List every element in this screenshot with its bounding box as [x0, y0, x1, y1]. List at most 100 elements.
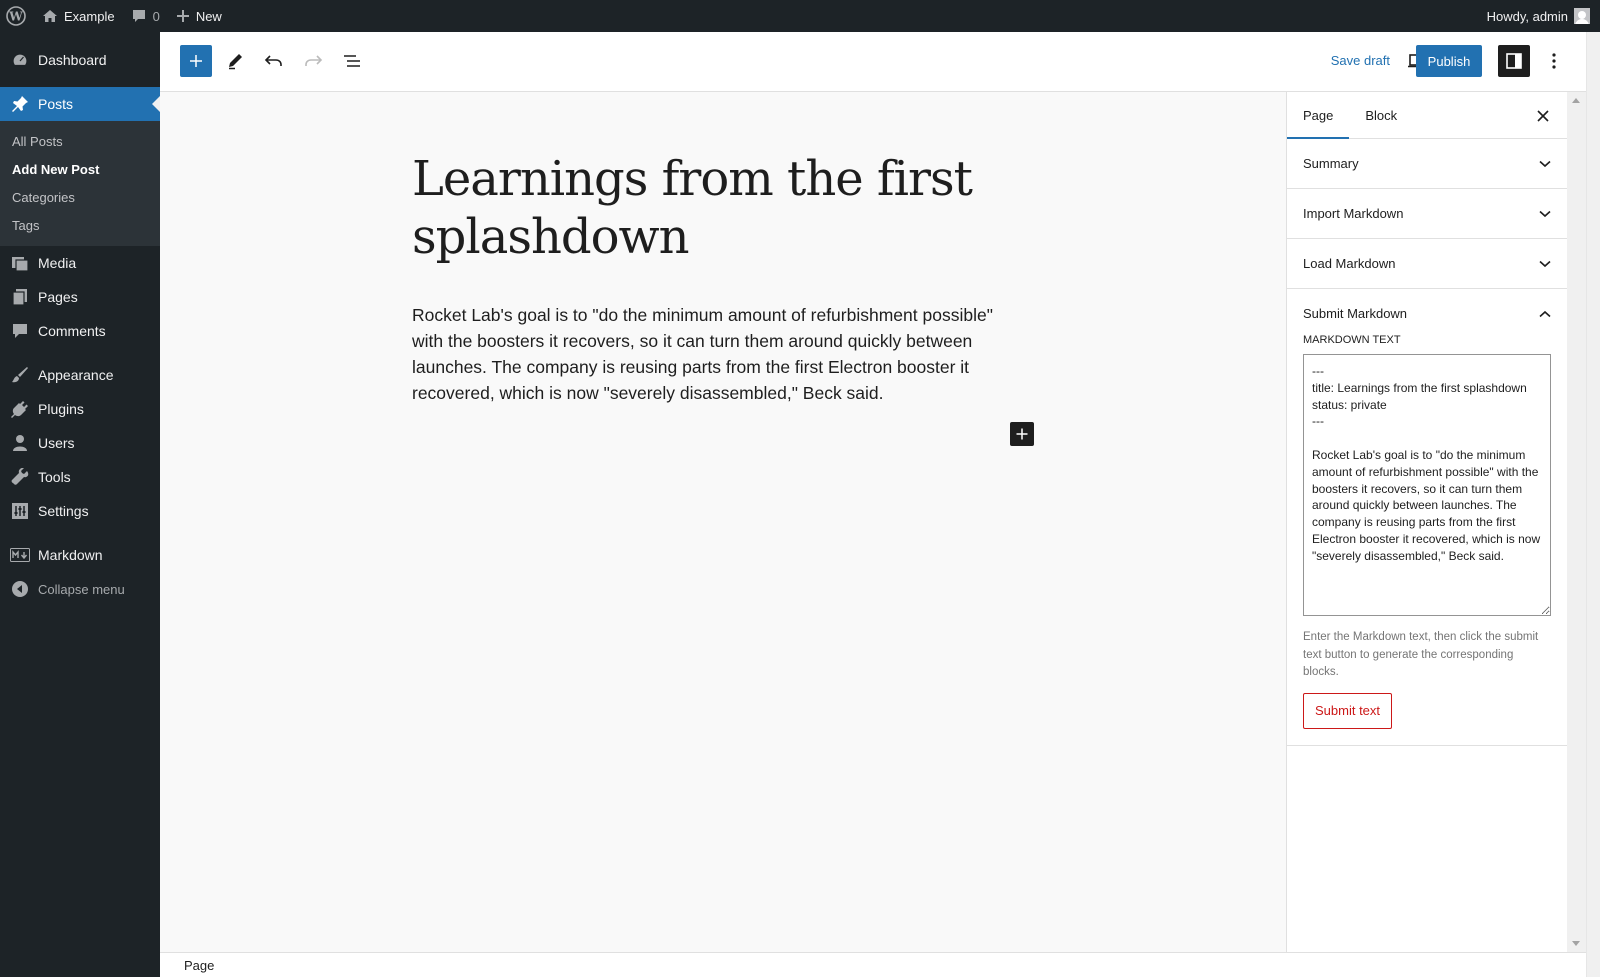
post-title[interactable]: Learnings from the first splashdown: [412, 150, 973, 266]
tab-page[interactable]: Page: [1287, 92, 1350, 139]
sidebar-item-appearance[interactable]: Appearance: [0, 358, 160, 392]
settings-toggle-button[interactable]: [1498, 45, 1530, 77]
publish-button[interactable]: Publish: [1416, 45, 1482, 77]
sidebar-item-label: Markdown: [38, 547, 103, 563]
plus-icon: [176, 9, 190, 23]
import-markdown-toggle[interactable]: Import Markdown: [1287, 189, 1567, 238]
sidebar-item-tools[interactable]: Tools: [0, 460, 160, 494]
collapse-menu-label: Collapse menu: [38, 581, 125, 597]
pages-icon: [10, 287, 30, 307]
summary-panel: Summary: [1287, 139, 1567, 189]
pencil-icon: [229, 54, 242, 70]
admin-sidebar: Dashboard Posts All Posts Add New Post C…: [0, 32, 160, 977]
new-content-link[interactable]: New: [168, 0, 230, 32]
scroll-up-arrow-icon[interactable]: [1572, 98, 1580, 103]
plus-icon: [190, 55, 202, 67]
sidebar-item-comments[interactable]: Comments: [0, 314, 160, 348]
chevron-down-icon: [1539, 260, 1551, 267]
sidebar-item-dashboard[interactable]: Dashboard: [0, 43, 160, 77]
submenu-all-posts[interactable]: All Posts: [0, 127, 160, 155]
my-account-link[interactable]: Howdy, admin: [1479, 0, 1596, 32]
posts-submenu: All Posts Add New Post Categories Tags: [0, 121, 160, 246]
sidebar-item-label: Pages: [38, 289, 78, 305]
sidebar-item-markdown[interactable]: Markdown: [0, 538, 160, 572]
page-scrollbar[interactable]: [1586, 32, 1600, 977]
dashboard-icon: [10, 50, 30, 70]
close-settings-button[interactable]: [1529, 102, 1557, 130]
media-icon: [10, 253, 30, 273]
submit-markdown-toggle[interactable]: Submit Markdown: [1287, 289, 1567, 338]
document-overview-button[interactable]: [336, 45, 368, 77]
markdown-text-label: MARKDOWN TEXT: [1303, 334, 1401, 346]
new-label: New: [195, 8, 222, 24]
sidebar-item-settings[interactable]: Settings: [0, 494, 160, 528]
sidebar-item-pages[interactable]: Pages: [0, 280, 160, 314]
sidebar-item-label: Tools: [38, 469, 71, 485]
load-markdown-toggle[interactable]: Load Markdown: [1287, 239, 1567, 288]
breadcrumb-item[interactable]: Page: [184, 958, 214, 973]
summary-toggle[interactable]: Summary: [1287, 139, 1567, 188]
settings-sidebar: Page Block Summary Import Markdown Load …: [1286, 92, 1567, 952]
redo-icon: [305, 55, 323, 66]
section-title: Summary: [1303, 156, 1359, 171]
chevron-down-icon: [1539, 210, 1551, 217]
block-inserter-toggle[interactable]: [180, 45, 212, 77]
import-markdown-panel: Import Markdown: [1287, 189, 1567, 239]
submenu-tags[interactable]: Tags: [0, 211, 160, 239]
redo-button[interactable]: [297, 45, 329, 77]
collapse-menu-button[interactable]: Collapse menu: [0, 572, 160, 606]
sidebar-item-label: Comments: [38, 323, 106, 339]
close-icon: [1537, 110, 1549, 122]
site-name-link[interactable]: Example: [34, 0, 123, 32]
settings-icon: [10, 501, 30, 521]
wrench-icon: [10, 467, 30, 487]
markdown-textarea[interactable]: --- title: Learnings from the first spla…: [1303, 354, 1551, 616]
section-title: Submit Markdown: [1303, 306, 1408, 321]
submit-text-button[interactable]: Submit text: [1303, 692, 1393, 729]
section-title: Import Markdown: [1303, 206, 1404, 221]
comments-link[interactable]: 0: [123, 0, 168, 32]
sidebar-toggle-icon: [1506, 53, 1522, 69]
sidebar-item-posts[interactable]: Posts: [0, 87, 160, 121]
block-breadcrumb: Page: [160, 952, 1586, 977]
tools-edit-button[interactable]: [219, 45, 251, 77]
markdown-help-text: Enter the Markdown text, then click the …: [1303, 631, 1539, 678]
plus-icon: [1016, 428, 1028, 440]
submit-markdown-panel: Submit Markdown MARKDOWN TEXT --- title:…: [1287, 289, 1567, 746]
undo-icon: [264, 55, 282, 66]
avatar: [1574, 8, 1590, 24]
add-block-button[interactable]: [1010, 422, 1034, 446]
plugin-icon: [10, 399, 30, 419]
sidebar-item-plugins[interactable]: Plugins: [0, 392, 160, 426]
save-draft-button[interactable]: Save draft: [1331, 53, 1390, 68]
scroll-down-arrow-icon[interactable]: [1572, 941, 1580, 946]
chevron-down-icon: [1539, 160, 1551, 167]
options-menu-button[interactable]: [1538, 45, 1570, 77]
collapse-arrow-icon: [10, 579, 30, 599]
panel-scrollbar[interactable]: [1567, 92, 1586, 952]
sidebar-item-label: Plugins: [38, 401, 84, 417]
comment-icon: [131, 8, 147, 24]
comments-count: 0: [152, 8, 160, 24]
undo-button[interactable]: [258, 45, 290, 77]
sidebar-item-label: Posts: [38, 96, 74, 112]
editor-canvas: Learnings from the first splashdown Rock…: [160, 92, 1286, 952]
sidebar-item-label: Media: [38, 255, 77, 271]
paragraph-block[interactable]: Rocket Lab's goal is to "do the minimum …: [412, 302, 1012, 406]
sidebar-item-label: Dashboard: [38, 52, 107, 68]
user-icon: [10, 433, 30, 453]
load-markdown-panel: Load Markdown: [1287, 239, 1567, 289]
sidebar-item-users[interactable]: Users: [0, 426, 160, 460]
howdy-text: Howdy, admin: [1486, 8, 1568, 24]
list-view-icon: [344, 55, 360, 67]
sidebar-item-label: Users: [38, 435, 75, 451]
sidebar-item-label: Appearance: [38, 367, 114, 383]
sidebar-item-media[interactable]: Media: [0, 246, 160, 280]
markdown-icon: [10, 545, 30, 565]
editor-toolbar: Save draft Publish: [160, 32, 1586, 92]
tab-block[interactable]: Block: [1349, 92, 1413, 138]
submenu-add-new-post[interactable]: Add New Post: [0, 155, 160, 183]
wordpress-logo-icon[interactable]: W: [0, 0, 34, 32]
pin-icon: [10, 94, 30, 114]
submenu-categories[interactable]: Categories: [0, 183, 160, 211]
